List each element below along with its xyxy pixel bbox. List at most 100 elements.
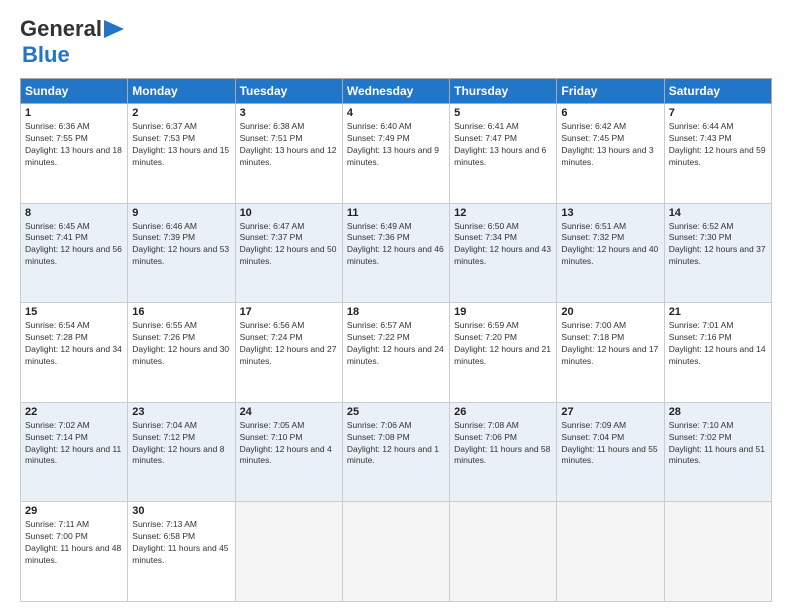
day-sunrise: Sunrise: 7:08 AM bbox=[454, 420, 519, 430]
day-sunset: Sunset: 7:16 PM bbox=[669, 332, 732, 342]
calendar-cell: 16 Sunrise: 6:55 AM Sunset: 7:26 PM Dayl… bbox=[128, 303, 235, 403]
day-daylight: Daylight: 12 hours and 56 minutes. bbox=[25, 244, 122, 266]
day-sunrise: Sunrise: 6:40 AM bbox=[347, 121, 412, 131]
calendar-cell: 20 Sunrise: 7:00 AM Sunset: 7:18 PM Dayl… bbox=[557, 303, 664, 403]
day-sunrise: Sunrise: 6:41 AM bbox=[454, 121, 519, 131]
day-number: 25 bbox=[347, 406, 445, 418]
day-sunrise: Sunrise: 7:00 AM bbox=[561, 320, 626, 330]
calendar-cell: 14 Sunrise: 6:52 AM Sunset: 7:30 PM Dayl… bbox=[664, 203, 771, 303]
day-number: 17 bbox=[240, 306, 338, 318]
calendar-header-sunday: Sunday bbox=[21, 79, 128, 104]
logo-arrow-icon bbox=[102, 20, 124, 38]
calendar-cell: 30 Sunrise: 7:13 AM Sunset: 6:58 PM Dayl… bbox=[128, 502, 235, 602]
calendar-cell bbox=[557, 502, 664, 602]
day-sunset: Sunset: 6:58 PM bbox=[132, 531, 195, 541]
day-sunrise: Sunrise: 7:10 AM bbox=[669, 420, 734, 430]
day-number: 7 bbox=[669, 107, 767, 119]
day-sunrise: Sunrise: 6:46 AM bbox=[132, 221, 197, 231]
calendar-header-saturday: Saturday bbox=[664, 79, 771, 104]
calendar-cell: 6 Sunrise: 6:42 AM Sunset: 7:45 PM Dayli… bbox=[557, 104, 664, 204]
day-number: 28 bbox=[669, 406, 767, 418]
day-sunset: Sunset: 7:41 PM bbox=[25, 232, 88, 242]
day-number: 6 bbox=[561, 107, 659, 119]
calendar-cell: 28 Sunrise: 7:10 AM Sunset: 7:02 PM Dayl… bbox=[664, 402, 771, 502]
calendar: SundayMondayTuesdayWednesdayThursdayFrid… bbox=[20, 78, 772, 602]
day-sunrise: Sunrise: 7:09 AM bbox=[561, 420, 626, 430]
day-sunset: Sunset: 7:00 PM bbox=[25, 531, 88, 541]
day-daylight: Daylight: 12 hours and 40 minutes. bbox=[561, 244, 658, 266]
day-daylight: Daylight: 12 hours and 1 minute. bbox=[347, 444, 439, 466]
day-daylight: Daylight: 13 hours and 15 minutes. bbox=[132, 145, 229, 167]
day-daylight: Daylight: 12 hours and 21 minutes. bbox=[454, 344, 551, 366]
day-daylight: Daylight: 12 hours and 50 minutes. bbox=[240, 244, 337, 266]
day-sunrise: Sunrise: 6:45 AM bbox=[25, 221, 90, 231]
calendar-week-3: 15 Sunrise: 6:54 AM Sunset: 7:28 PM Dayl… bbox=[21, 303, 772, 403]
day-sunrise: Sunrise: 6:57 AM bbox=[347, 320, 412, 330]
day-number: 23 bbox=[132, 406, 230, 418]
day-sunset: Sunset: 7:30 PM bbox=[669, 232, 732, 242]
day-sunrise: Sunrise: 6:49 AM bbox=[347, 221, 412, 231]
day-sunset: Sunset: 7:49 PM bbox=[347, 133, 410, 143]
calendar-cell: 21 Sunrise: 7:01 AM Sunset: 7:16 PM Dayl… bbox=[664, 303, 771, 403]
day-sunset: Sunset: 7:43 PM bbox=[669, 133, 732, 143]
day-sunrise: Sunrise: 7:13 AM bbox=[132, 519, 197, 529]
day-sunset: Sunset: 7:32 PM bbox=[561, 232, 624, 242]
day-number: 13 bbox=[561, 207, 659, 219]
day-sunset: Sunset: 7:45 PM bbox=[561, 133, 624, 143]
day-daylight: Daylight: 12 hours and 46 minutes. bbox=[347, 244, 444, 266]
logo-blue: Blue bbox=[22, 42, 70, 68]
day-sunrise: Sunrise: 6:42 AM bbox=[561, 121, 626, 131]
calendar-week-1: 1 Sunrise: 6:36 AM Sunset: 7:55 PM Dayli… bbox=[21, 104, 772, 204]
day-sunset: Sunset: 7:22 PM bbox=[347, 332, 410, 342]
day-number: 14 bbox=[669, 207, 767, 219]
calendar-cell: 19 Sunrise: 6:59 AM Sunset: 7:20 PM Dayl… bbox=[450, 303, 557, 403]
day-sunset: Sunset: 7:20 PM bbox=[454, 332, 517, 342]
day-daylight: Daylight: 13 hours and 18 minutes. bbox=[25, 145, 122, 167]
calendar-cell: 27 Sunrise: 7:09 AM Sunset: 7:04 PM Dayl… bbox=[557, 402, 664, 502]
day-number: 2 bbox=[132, 107, 230, 119]
day-number: 1 bbox=[25, 107, 123, 119]
day-sunset: Sunset: 7:47 PM bbox=[454, 133, 517, 143]
day-sunset: Sunset: 7:28 PM bbox=[25, 332, 88, 342]
day-sunset: Sunset: 7:02 PM bbox=[669, 432, 732, 442]
day-sunset: Sunset: 7:06 PM bbox=[454, 432, 517, 442]
day-sunset: Sunset: 7:53 PM bbox=[132, 133, 195, 143]
day-number: 24 bbox=[240, 406, 338, 418]
day-sunset: Sunset: 7:55 PM bbox=[25, 133, 88, 143]
day-daylight: Daylight: 13 hours and 6 minutes. bbox=[454, 145, 546, 167]
day-number: 18 bbox=[347, 306, 445, 318]
day-daylight: Daylight: 12 hours and 27 minutes. bbox=[240, 344, 337, 366]
day-number: 30 bbox=[132, 505, 230, 517]
day-sunrise: Sunrise: 7:04 AM bbox=[132, 420, 197, 430]
calendar-cell: 23 Sunrise: 7:04 AM Sunset: 7:12 PM Dayl… bbox=[128, 402, 235, 502]
day-sunrise: Sunrise: 6:51 AM bbox=[561, 221, 626, 231]
day-sunset: Sunset: 7:24 PM bbox=[240, 332, 303, 342]
calendar-cell: 10 Sunrise: 6:47 AM Sunset: 7:37 PM Dayl… bbox=[235, 203, 342, 303]
day-sunrise: Sunrise: 7:11 AM bbox=[25, 519, 89, 529]
day-number: 20 bbox=[561, 306, 659, 318]
day-daylight: Daylight: 13 hours and 9 minutes. bbox=[347, 145, 439, 167]
day-daylight: Daylight: 12 hours and 4 minutes. bbox=[240, 444, 332, 466]
day-number: 8 bbox=[25, 207, 123, 219]
day-sunrise: Sunrise: 6:50 AM bbox=[454, 221, 519, 231]
day-number: 11 bbox=[347, 207, 445, 219]
calendar-cell bbox=[450, 502, 557, 602]
day-sunset: Sunset: 7:12 PM bbox=[132, 432, 195, 442]
day-sunset: Sunset: 7:08 PM bbox=[347, 432, 410, 442]
header: General Blue bbox=[20, 16, 772, 68]
day-daylight: Daylight: 11 hours and 45 minutes. bbox=[132, 543, 228, 565]
day-daylight: Daylight: 12 hours and 43 minutes. bbox=[454, 244, 551, 266]
day-sunrise: Sunrise: 6:44 AM bbox=[669, 121, 734, 131]
day-number: 21 bbox=[669, 306, 767, 318]
day-daylight: Daylight: 12 hours and 17 minutes. bbox=[561, 344, 658, 366]
calendar-cell: 22 Sunrise: 7:02 AM Sunset: 7:14 PM Dayl… bbox=[21, 402, 128, 502]
day-daylight: Daylight: 11 hours and 48 minutes. bbox=[25, 543, 121, 565]
day-sunrise: Sunrise: 6:59 AM bbox=[454, 320, 519, 330]
day-number: 3 bbox=[240, 107, 338, 119]
calendar-cell: 29 Sunrise: 7:11 AM Sunset: 7:00 PM Dayl… bbox=[21, 502, 128, 602]
calendar-cell: 12 Sunrise: 6:50 AM Sunset: 7:34 PM Dayl… bbox=[450, 203, 557, 303]
day-number: 22 bbox=[25, 406, 123, 418]
day-daylight: Daylight: 12 hours and 37 minutes. bbox=[669, 244, 766, 266]
calendar-cell: 3 Sunrise: 6:38 AM Sunset: 7:51 PM Dayli… bbox=[235, 104, 342, 204]
calendar-cell: 7 Sunrise: 6:44 AM Sunset: 7:43 PM Dayli… bbox=[664, 104, 771, 204]
